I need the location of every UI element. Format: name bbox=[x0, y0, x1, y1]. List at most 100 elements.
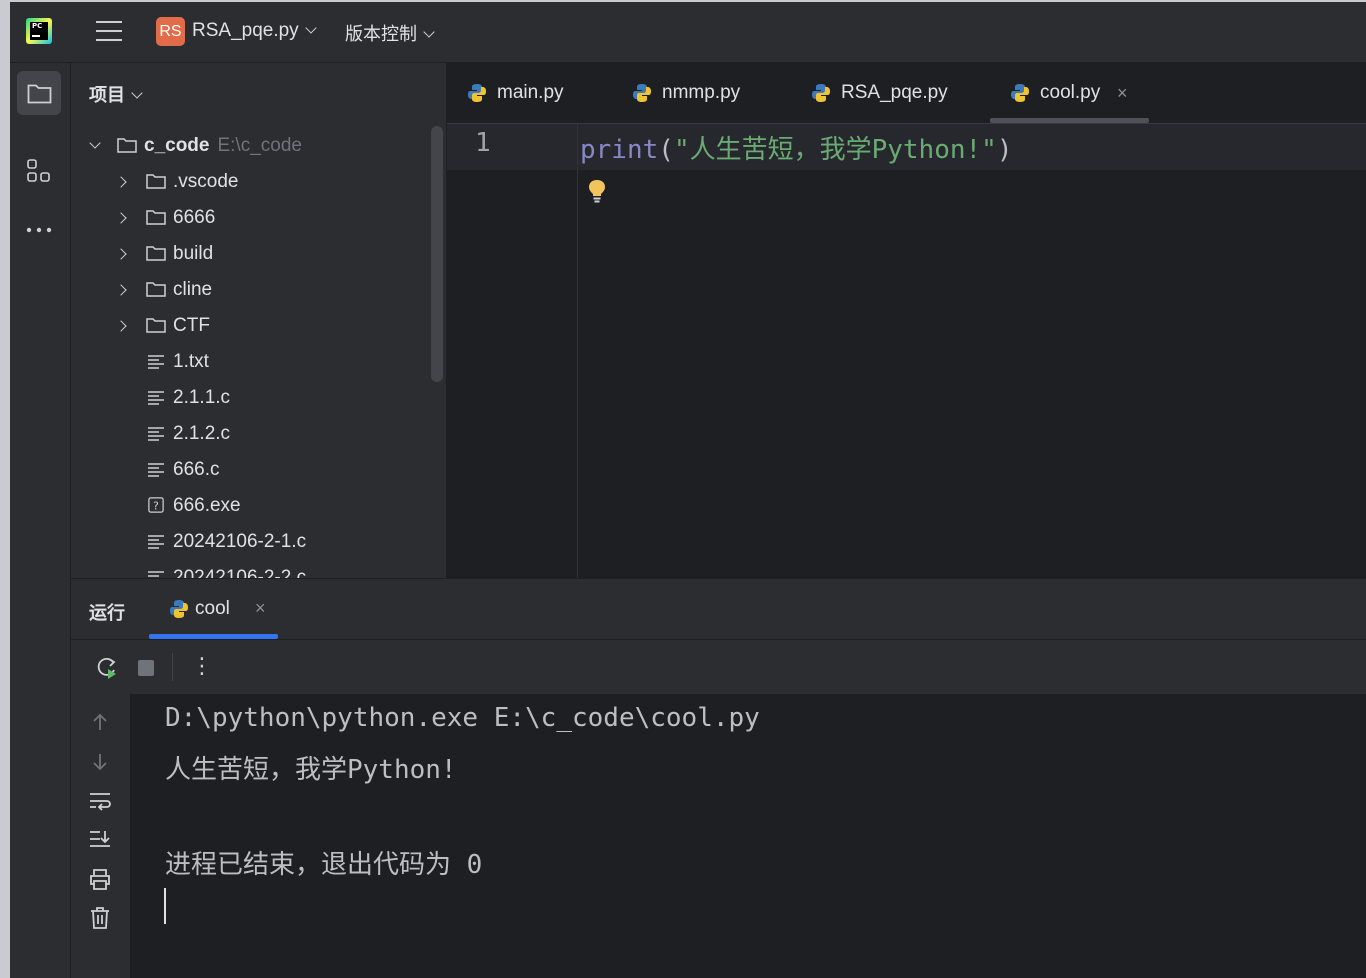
run-panel-header: 运行 cool × bbox=[71, 579, 1366, 640]
close-icon[interactable]: × bbox=[1117, 63, 1128, 123]
stop-icon[interactable] bbox=[137, 659, 155, 677]
print-icon[interactable] bbox=[88, 868, 112, 890]
trash-icon[interactable] bbox=[89, 906, 111, 930]
tab-label: RSA_pqe.py bbox=[841, 82, 948, 103]
more-vertical-icon[interactable]: ⋮ bbox=[191, 653, 213, 679]
text-file-icon bbox=[148, 355, 164, 369]
folder-icon bbox=[117, 138, 137, 153]
tree-item-label: 2.1.2.c bbox=[173, 423, 231, 444]
python-file-icon bbox=[468, 84, 486, 102]
rerun-icon[interactable] bbox=[95, 656, 119, 680]
tab-label: nmmp.py bbox=[662, 82, 741, 103]
chevron-down-icon bbox=[305, 22, 317, 34]
lightbulb-icon[interactable] bbox=[587, 178, 607, 204]
project-scrollbar[interactable] bbox=[431, 126, 443, 382]
code-string: "人生苦短，我学Python!" bbox=[673, 135, 997, 165]
code-editor[interactable]: 1 print("人生苦短，我学Python!") bbox=[447, 124, 1366, 578]
tree-item-1-txt[interactable]: 1.txt bbox=[71, 344, 431, 380]
code-paren: ) bbox=[996, 135, 1013, 165]
console-line: 进程已结束，退出代码为 0 bbox=[165, 850, 483, 880]
tree-item-label: build bbox=[173, 243, 214, 264]
python-file-icon bbox=[812, 84, 830, 102]
text-caret bbox=[164, 888, 166, 924]
tree-item-666-exe[interactable]: ? 666.exe bbox=[71, 488, 431, 524]
tree-item-2-1-1-c[interactable]: 2.1.1.c bbox=[71, 380, 431, 416]
folder-icon bbox=[27, 84, 52, 104]
text-file-icon bbox=[148, 535, 164, 549]
chevron-right-icon[interactable] bbox=[115, 212, 127, 224]
active-tab-indicator bbox=[990, 118, 1149, 123]
chevron-right-icon[interactable] bbox=[115, 248, 127, 260]
code-paren: ( bbox=[658, 135, 674, 165]
tree-root-c-code[interactable]: c_code E:\c_code bbox=[71, 128, 431, 164]
chevron-right-icon[interactable] bbox=[115, 320, 127, 332]
python-file-icon bbox=[633, 84, 651, 102]
vcs-menu[interactable]: 版本控制 bbox=[345, 20, 435, 46]
project-selector[interactable]: RSA_pqe.py bbox=[192, 20, 317, 42]
title-bar: PC RS RSA_pqe.py 版本控制 bbox=[10, 2, 1366, 63]
vcs-menu-label: 版本控制 bbox=[345, 24, 417, 44]
tree-item-666-c[interactable]: 666.c bbox=[71, 452, 431, 488]
tree-item-label: 20242106-2-1.c bbox=[173, 531, 307, 552]
tab-label: cool.py bbox=[1040, 82, 1101, 103]
run-panel-title: 运行 bbox=[89, 603, 125, 623]
tab-rsa-pqe-py[interactable]: RSA_pqe.py bbox=[811, 63, 971, 123]
tree-item-2-1-2-c[interactable]: 2.1.2.c bbox=[71, 416, 431, 452]
project-badge[interactable]: RS bbox=[156, 17, 185, 46]
tree-item-label: 20242106-2-2.c bbox=[173, 567, 307, 578]
arrow-up-icon[interactable] bbox=[90, 712, 110, 732]
code-line[interactable]: print("人生苦短，我学Python!") bbox=[580, 129, 1012, 166]
folder-icon bbox=[146, 174, 166, 189]
chevron-down-icon bbox=[423, 26, 435, 38]
tree-item-vscode[interactable]: .vscode bbox=[71, 164, 431, 200]
tree-item-20242106-2-2-c[interactable]: 20242106-2-2.c bbox=[71, 560, 431, 578]
window-edge bbox=[0, 0, 10, 978]
arrow-down-icon[interactable] bbox=[90, 752, 110, 772]
chevron-right-icon[interactable] bbox=[115, 176, 127, 188]
python-file-icon bbox=[1011, 84, 1029, 102]
python-file-icon bbox=[170, 600, 188, 618]
main-menu-icon[interactable] bbox=[96, 20, 122, 42]
unknown-file-icon: ? bbox=[148, 497, 164, 513]
project-panel-title[interactable]: 项目 bbox=[89, 81, 143, 107]
more-tools-button[interactable] bbox=[17, 208, 61, 252]
folder-icon bbox=[146, 210, 166, 225]
folder-icon bbox=[146, 318, 166, 333]
project-tool-button[interactable] bbox=[17, 71, 61, 115]
tool-window-strip bbox=[10, 63, 71, 978]
soft-wrap-icon[interactable] bbox=[88, 791, 112, 811]
tree-root-path: E:\c_code bbox=[217, 135, 302, 156]
tree-item-ctf[interactable]: CTF bbox=[71, 308, 431, 344]
close-icon[interactable]: × bbox=[255, 598, 266, 619]
run-tab-cool[interactable]: cool × bbox=[169, 579, 299, 639]
tree-item-6666[interactable]: 6666 bbox=[71, 200, 431, 236]
tree-item-label: 6666 bbox=[173, 207, 216, 228]
tree-item-label: 666.c bbox=[173, 459, 220, 480]
structure-tool-button[interactable] bbox=[17, 149, 61, 193]
tree-root-label: c_code bbox=[144, 135, 210, 156]
tab-main-py[interactable]: main.py bbox=[467, 63, 597, 123]
editor-tabs: main.py nmmp.py RSA_pqe.py cool.py × bbox=[447, 63, 1366, 124]
project-selector-label: RSA_pqe.py bbox=[192, 20, 299, 41]
tab-nmmp-py[interactable]: nmmp.py bbox=[632, 63, 772, 123]
text-file-icon bbox=[148, 427, 164, 441]
tree-item-label: CTF bbox=[173, 315, 210, 336]
gutter-separator bbox=[577, 124, 578, 578]
chevron-right-icon[interactable] bbox=[115, 284, 127, 296]
project-panel: 项目 c_code E:\c_code .vscode 6666 build cl… bbox=[71, 63, 446, 578]
console-output[interactable]: D:\python\python.exe E:\c_code\cool.py 人… bbox=[130, 694, 1366, 978]
run-sidebar bbox=[71, 694, 130, 978]
text-file-icon bbox=[148, 571, 164, 577]
tree-item-label: 1.txt bbox=[173, 351, 209, 372]
logo-text: PC bbox=[32, 22, 43, 30]
tree-item-label: .vscode bbox=[173, 171, 239, 192]
tree-item-build[interactable]: build bbox=[71, 236, 431, 272]
tab-label: main.py bbox=[497, 82, 564, 103]
tree-item-20242106-2-1-c[interactable]: 20242106-2-1.c bbox=[71, 524, 431, 560]
pycharm-logo-icon[interactable]: PC bbox=[26, 18, 52, 44]
scroll-to-end-icon[interactable] bbox=[88, 829, 112, 849]
chevron-down-icon[interactable] bbox=[89, 137, 101, 149]
project-panel-label: 项目 bbox=[89, 85, 125, 105]
tree-item-cline[interactable]: cline bbox=[71, 272, 431, 308]
more-horizontal-icon bbox=[26, 227, 52, 233]
